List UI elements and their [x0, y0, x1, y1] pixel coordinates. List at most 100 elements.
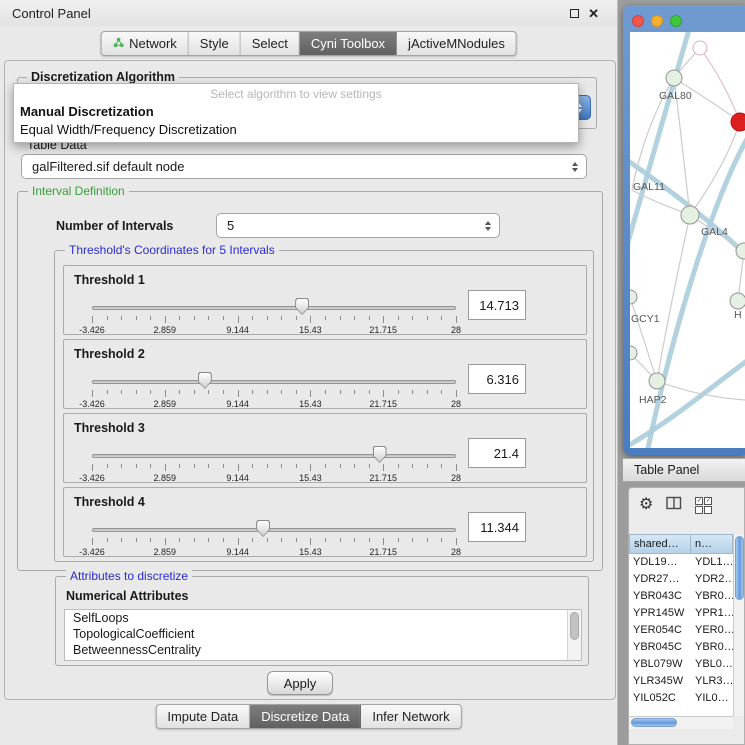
network-node[interactable] — [666, 70, 682, 86]
table-cell[interactable]: YPR145W — [629, 605, 691, 622]
tab-network[interactable]: Network — [101, 32, 189, 55]
table-cell[interactable]: YBL0… — [691, 656, 733, 673]
network-canvas-svg[interactable]: GAL80GAL11GAL4GCY1HHAP2 — [630, 32, 745, 448]
table-cell[interactable]: YIL052C — [629, 690, 691, 707]
table-cell[interactable]: YLR3… — [691, 673, 733, 690]
table-row[interactable]: YDR27…YDR2… — [629, 571, 733, 588]
network-edge[interactable] — [700, 48, 740, 122]
algorithm-option[interactable]: Equal Width/Frequency Discretization — [14, 121, 578, 139]
table-cell[interactable]: YDR2… — [691, 571, 733, 588]
minimize-traffic-light-icon[interactable] — [651, 15, 663, 27]
tab-style[interactable]: Style — [189, 32, 241, 55]
slider-track[interactable] — [92, 380, 456, 384]
tick-row — [92, 464, 456, 472]
number-of-intervals-select[interactable]: 5 — [216, 213, 500, 238]
table-cell[interactable]: YER0… — [691, 622, 733, 639]
tab-discretize-data[interactable]: Discretize Data — [250, 705, 361, 728]
table-row[interactable]: YBR045CYBR0… — [629, 639, 733, 656]
tick-mark — [354, 316, 355, 320]
table-cell[interactable]: YDL1… — [691, 554, 733, 571]
tab-infer-network[interactable]: Infer Network — [361, 705, 460, 728]
tab-select[interactable]: Select — [241, 32, 300, 55]
scrollbar-thumb[interactable] — [735, 536, 744, 600]
network-node[interactable] — [693, 41, 707, 55]
table-row[interactable]: YDL19…YDL1… — [629, 554, 733, 571]
threshold-slider[interactable]: -3.4262.8599.14415.4321.71528 — [92, 444, 456, 482]
table-cell[interactable]: YBR0… — [691, 639, 733, 656]
tick-mark — [427, 316, 428, 320]
table-cell[interactable]: YIL0… — [691, 690, 733, 707]
table-row[interactable]: YIL052CYIL0… — [629, 690, 733, 707]
scrollbar-thumb[interactable] — [570, 612, 579, 640]
network-node[interactable] — [630, 346, 637, 360]
table-row[interactable]: YBL079WYBL0… — [629, 656, 733, 673]
table-cell[interactable]: YLR345W — [629, 673, 691, 690]
attributes-group: Attributes to discretize Numerical Attri… — [55, 576, 589, 666]
network-canvas[interactable]: GAL80GAL11GAL4GCY1HHAP2 — [630, 32, 745, 448]
slider-thumb[interactable] — [295, 298, 309, 315]
table-cell[interactable]: YBR0… — [691, 588, 733, 605]
algorithm-option[interactable]: Manual Discretization — [14, 103, 578, 121]
threshold-value-field[interactable]: 14.713 — [468, 290, 526, 320]
table-row[interactable]: YPR145WYPR1… — [629, 605, 733, 622]
threshold-value-field[interactable]: 6.316 — [468, 364, 526, 394]
threshold-slider[interactable]: -3.4262.8599.14415.4321.71528 — [92, 296, 456, 334]
table-row[interactable]: YBR043CYBR0… — [629, 588, 733, 605]
network-node[interactable] — [681, 206, 699, 224]
tick-mark — [310, 316, 311, 323]
table-data-select[interactable]: galFiltered.sif default node — [21, 154, 587, 179]
network-node[interactable] — [649, 373, 665, 389]
table-cell[interactable]: YER054C — [629, 622, 691, 639]
network-node[interactable] — [731, 113, 745, 131]
apply-button[interactable]: Apply — [267, 671, 333, 695]
network-edge[interactable] — [630, 297, 657, 381]
table-row[interactable]: YER054CYER0… — [629, 622, 733, 639]
column-header[interactable]: n… — [691, 534, 733, 554]
close-icon[interactable]: ✕ — [588, 7, 599, 20]
zoom-traffic-light-icon[interactable] — [670, 15, 682, 27]
slider-thumb[interactable] — [256, 520, 270, 537]
slider-thumb[interactable] — [373, 446, 387, 463]
table-vertical-scrollbar[interactable] — [733, 534, 745, 716]
gear-icon[interactable]: ⚙ — [639, 497, 653, 513]
tick-mark — [165, 464, 166, 471]
table-cell[interactable]: YDL19… — [629, 554, 691, 571]
table-row[interactable]: YLR345WYLR3… — [629, 673, 733, 690]
algorithm-placeholder-option[interactable]: Select algorithm to view settings — [14, 86, 578, 103]
network-view-window[interactable]: GAL80GAL11GAL4GCY1HHAP2 — [623, 5, 745, 455]
threshold-value-field[interactable]: 21.4 — [468, 438, 526, 468]
close-traffic-light-icon[interactable] — [632, 15, 644, 27]
network-edge[interactable] — [630, 32, 690, 256]
attribute-item[interactable]: SelfLoops — [65, 610, 581, 626]
select-columns-icon[interactable]: ✓ ✓ — [695, 497, 712, 514]
column-header[interactable]: shared… — [629, 534, 691, 554]
table-horizontal-scrollbar[interactable] — [629, 716, 733, 729]
threshold-value-field[interactable]: 11.344 — [468, 512, 526, 542]
threshold-slider[interactable]: -3.4262.8599.14415.4321.71528 — [92, 370, 456, 408]
threshold-slider[interactable]: -3.4262.8599.14415.4321.71528 — [92, 518, 456, 556]
network-node[interactable] — [730, 293, 745, 309]
attribute-item[interactable]: TopologicalCoefficient — [65, 626, 581, 642]
scrollbar-thumb[interactable] — [631, 718, 677, 727]
table-cell[interactable]: YDR27… — [629, 571, 691, 588]
control-panel-titlebar[interactable]: Control Panel ✕ — [0, 0, 617, 26]
attribute-item[interactable]: BetweennessCentrality — [65, 642, 581, 658]
tab-jactivemnodules[interactable]: jActiveMNodules — [397, 32, 516, 55]
columns-icon[interactable] — [666, 496, 682, 515]
table-cell[interactable]: YPR1… — [691, 605, 733, 622]
slider-track[interactable] — [92, 454, 456, 458]
tab-cyni-toolbox[interactable]: Cyni Toolbox — [300, 32, 397, 55]
table-panel-titlebar[interactable]: Table Panel — [623, 458, 745, 482]
table-cell[interactable]: YBR043C — [629, 588, 691, 605]
numerical-attributes-list[interactable]: SelfLoopsTopologicalCoefficientBetweenne… — [64, 609, 582, 661]
slider-thumb[interactable] — [198, 372, 212, 389]
table-cell[interactable]: YBR045C — [629, 639, 691, 656]
tab-impute-data[interactable]: Impute Data — [156, 705, 250, 728]
slider-track[interactable] — [92, 528, 456, 532]
tick-label: 2.859 — [154, 325, 177, 335]
slider-track[interactable] — [92, 306, 456, 310]
attributes-scrollbar[interactable] — [567, 610, 581, 660]
table-cell[interactable]: YBL079W — [629, 656, 691, 673]
network-node[interactable] — [630, 290, 637, 304]
float-window-icon[interactable] — [570, 9, 579, 18]
